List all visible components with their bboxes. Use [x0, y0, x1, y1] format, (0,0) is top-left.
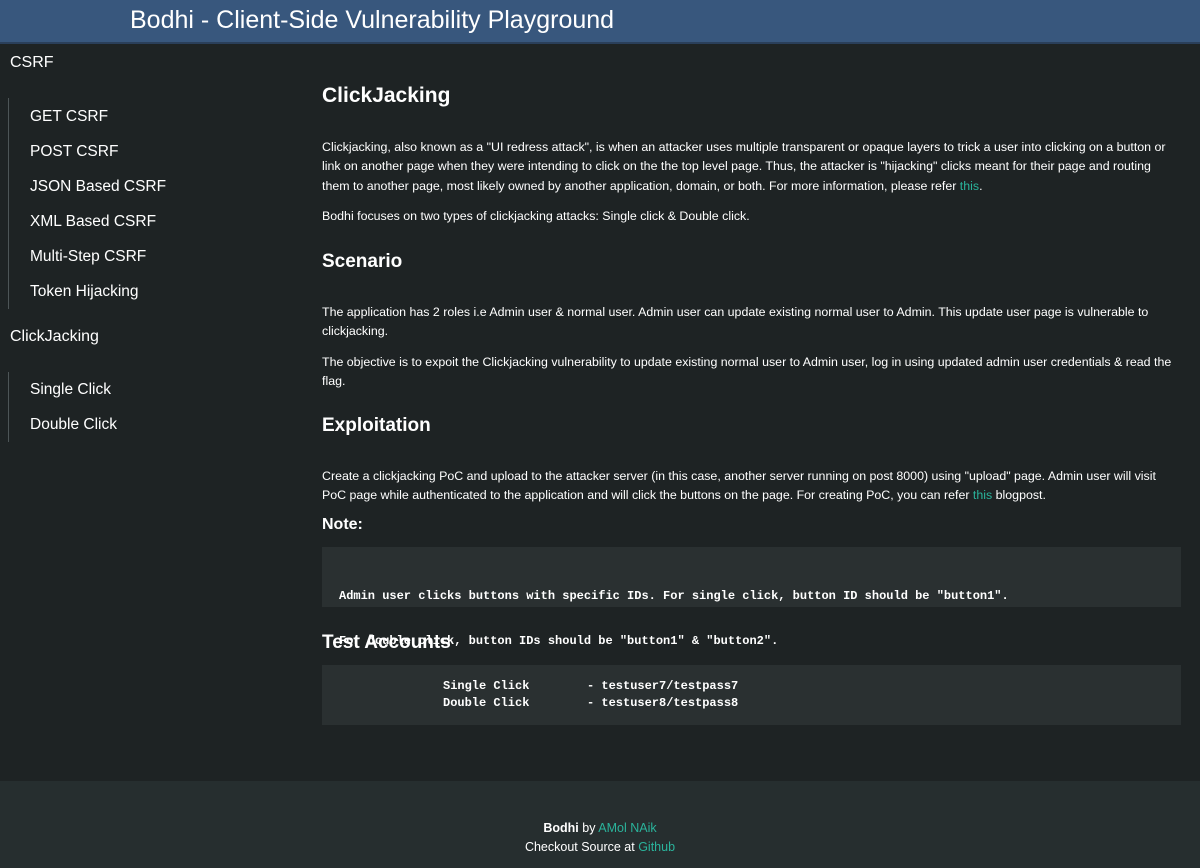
sidebar-item-token-hijacking[interactable]: Token Hijacking — [30, 283, 139, 301]
page-title: ClickJacking — [322, 84, 451, 107]
sidebar-item-single-click[interactable]: Single Click — [30, 381, 111, 399]
test-accounts-heading: Test Accounts — [322, 632, 451, 653]
intro-paragraph: Clickjacking, also known as a "UI redres… — [322, 138, 1172, 196]
footer-brand: Bodhi — [543, 821, 579, 835]
intro-reference-link[interactable]: this — [960, 179, 979, 193]
intro-text: Clickjacking, also known as a "UI redres… — [322, 140, 1166, 193]
sidebar-item-get-csrf[interactable]: GET CSRF — [30, 108, 108, 126]
test-accounts-code-block: Single Click - testuser7/testpass7 Doubl… — [322, 665, 1181, 725]
scenario-paragraph-1: The application has 2 roles i.e Admin us… — [322, 305, 1149, 339]
footer: Bodhi by AMol NAik Checkout Source at Gi… — [0, 781, 1200, 868]
exploitation-paragraph: Create a clickjacking PoC and upload to … — [322, 467, 1172, 506]
note-line-1: Admin user clicks buttons with specific … — [339, 589, 1009, 603]
footer-source-prefix: Checkout Source at — [524, 840, 639, 854]
sidebar-section-csrf[interactable]: CSRF — [10, 54, 54, 72]
footer-source: Checkout Source at Github — [0, 840, 1200, 854]
exploitation-heading: Exploitation — [322, 415, 431, 436]
sidebar-item-multistep-csrf[interactable]: Multi-Step CSRF — [30, 248, 146, 266]
footer-author-link[interactable]: AMol NAik — [598, 821, 656, 835]
exploitation-reference-link[interactable]: this — [973, 488, 992, 502]
scenario-heading: Scenario — [322, 251, 403, 272]
sidebar-section-clickjacking[interactable]: ClickJacking — [10, 328, 99, 346]
note-line-2: For double click, button IDs should be "… — [339, 633, 779, 648]
sidebar-item-json-csrf[interactable]: JSON Based CSRF — [30, 178, 166, 196]
app-title: Bodhi - Client-Side Vulnerability Playgr… — [130, 6, 615, 34]
footer-by: by — [578, 821, 599, 835]
sidebar-item-post-csrf[interactable]: POST CSRF — [30, 143, 118, 161]
account-row-label: Single Click — [443, 679, 530, 693]
footer-credit: Bodhi by AMol NAik — [0, 821, 1200, 835]
note-heading: Note: — [322, 516, 363, 533]
sidebar-item-double-click[interactable]: Double Click — [30, 416, 117, 434]
intro-after: . — [979, 178, 983, 193]
sidebar-item-xml-csrf[interactable]: XML Based CSRF — [30, 213, 156, 231]
exploitation-after: blogpost. — [992, 488, 1046, 503]
focus-paragraph: Bodhi focuses on two types of clickjacki… — [322, 209, 750, 223]
account-row-value: - testuser8/testpass8 — [587, 696, 739, 710]
scenario-paragraph-2: The objective is to expoit the Clickjack… — [322, 355, 1172, 389]
footer-github-link[interactable]: Github — [638, 840, 675, 854]
note-code-block: Admin user clicks buttons with specific … — [322, 547, 1181, 648]
sidebar-clickjacking-list — [8, 372, 9, 442]
account-row-label: Double Click — [443, 696, 530, 710]
sidebar-csrf-list — [8, 98, 9, 309]
top-header: Bodhi - Client-Side Vulnerability Playgr… — [0, 0, 1200, 44]
account-row-value: - testuser7/testpass7 — [587, 679, 739, 693]
